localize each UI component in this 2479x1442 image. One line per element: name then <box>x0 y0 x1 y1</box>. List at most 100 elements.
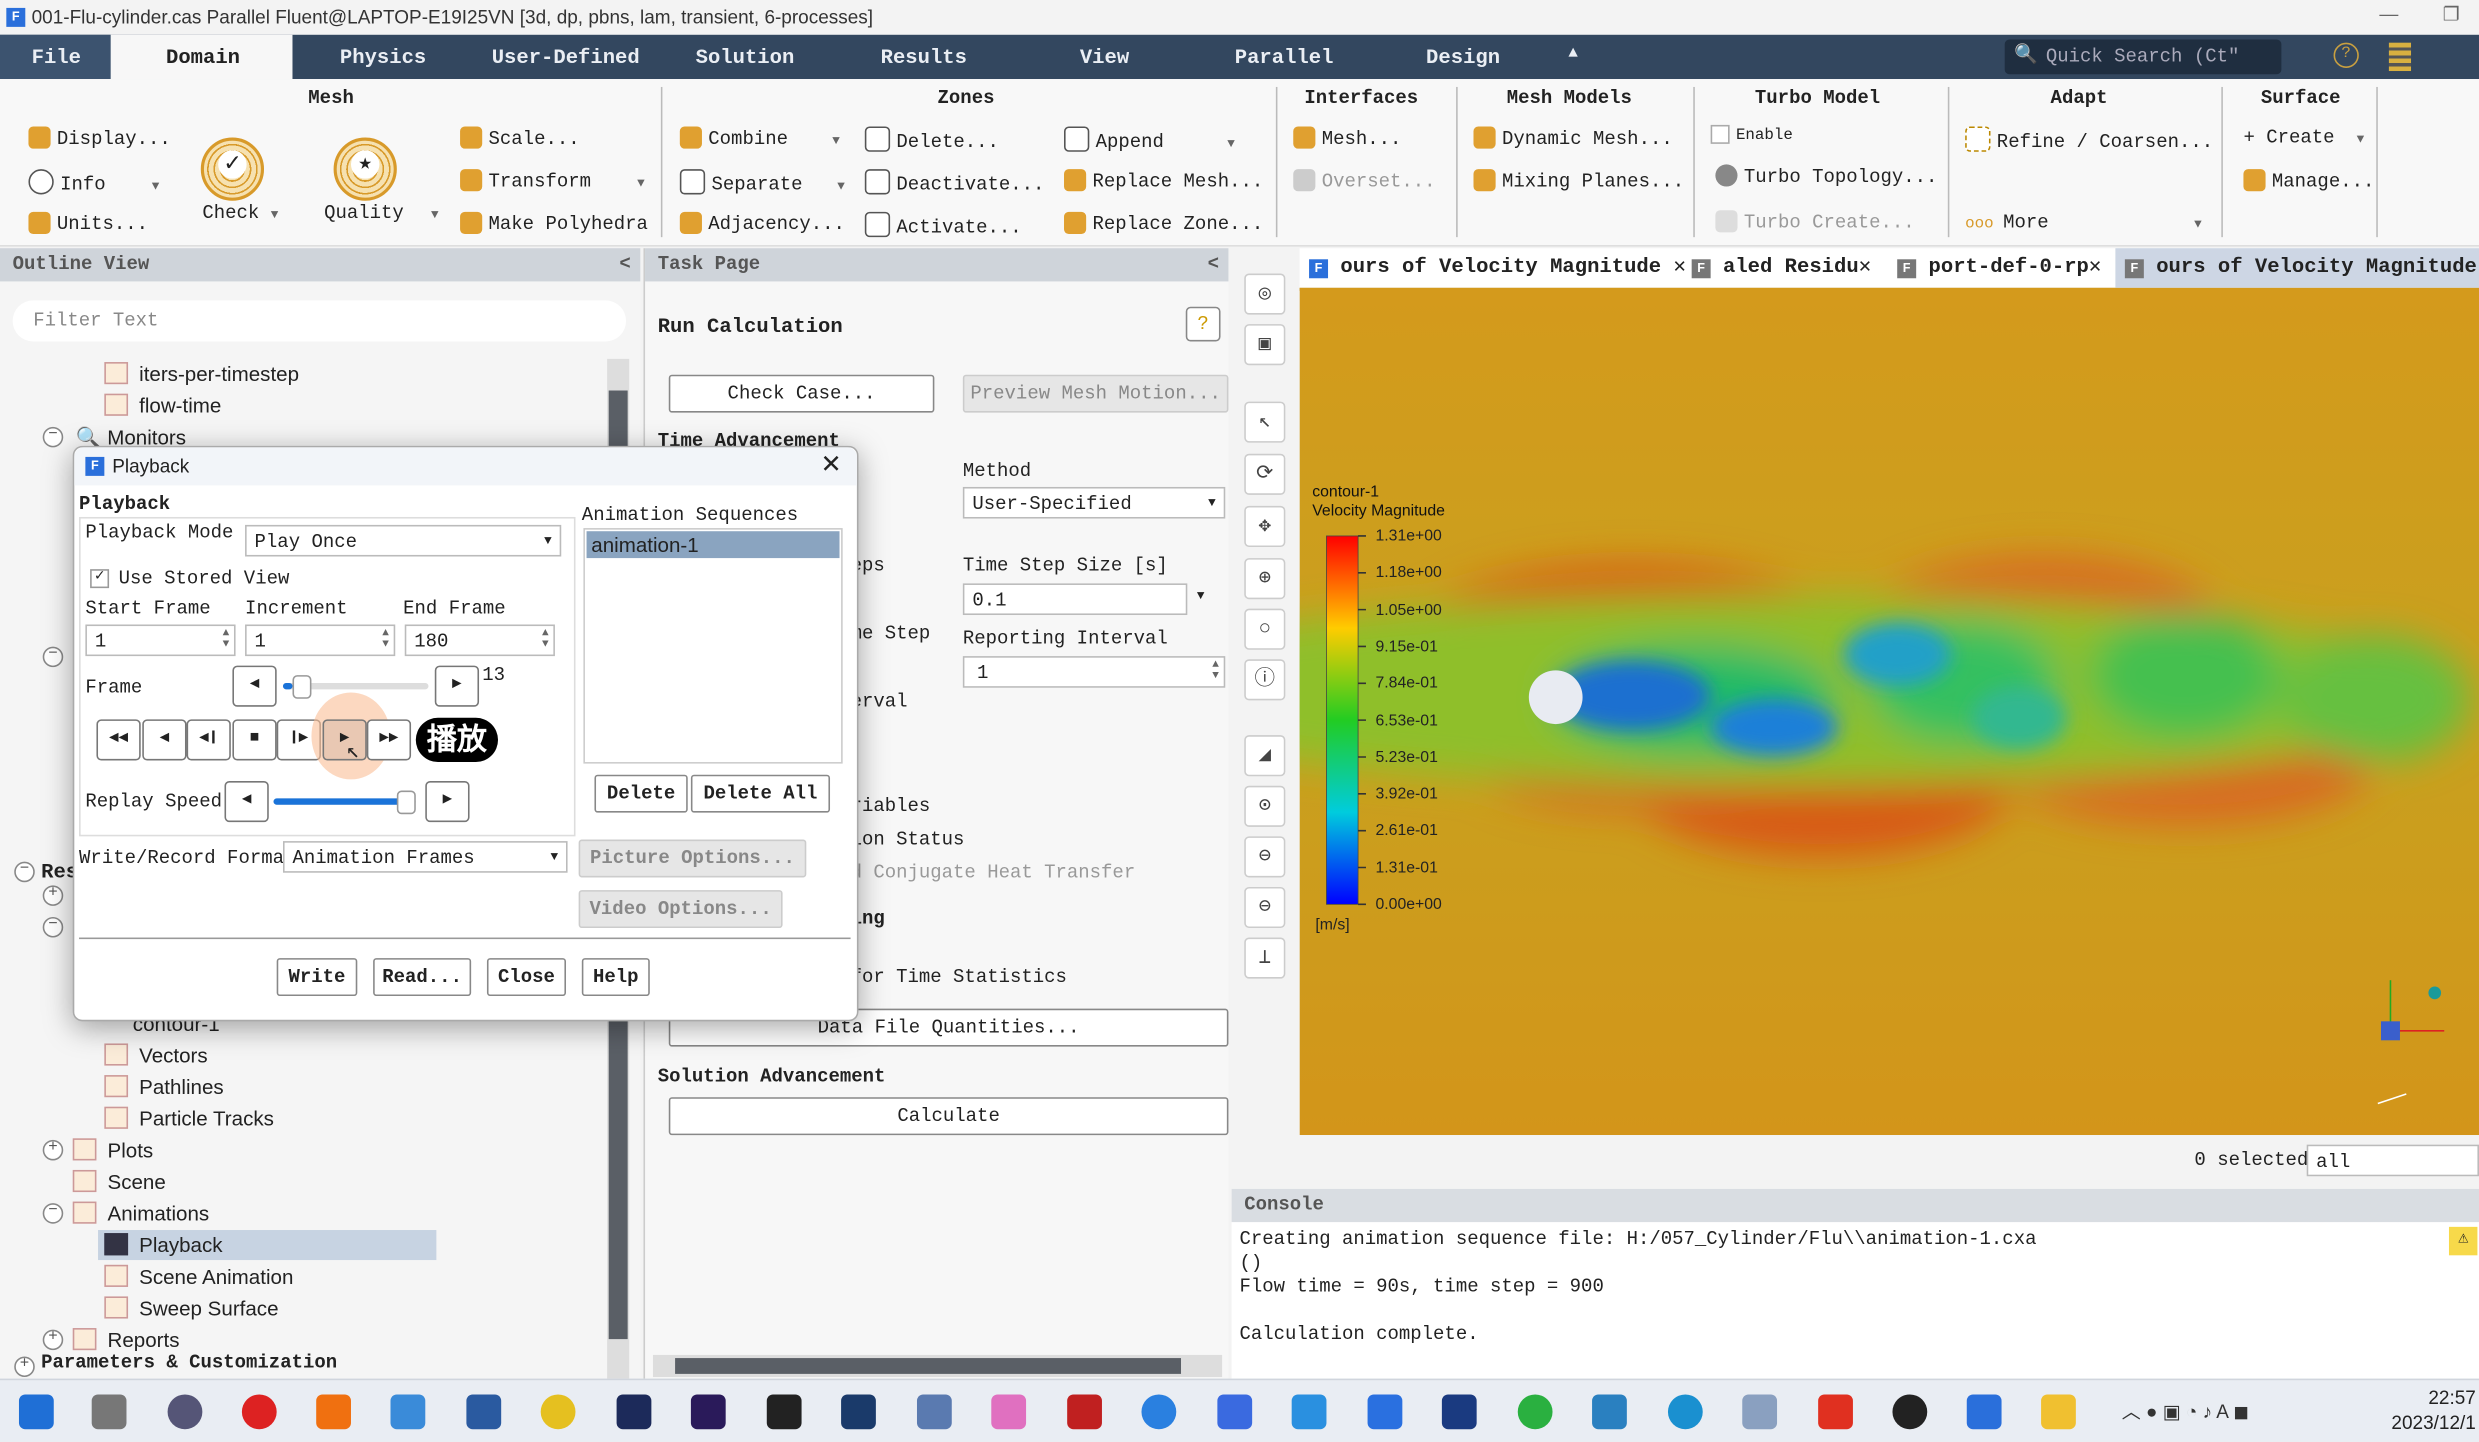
graphics-tab[interactable]: F port-def-0-rp✕ <box>1897 255 2101 279</box>
system-tray-icons[interactable]: ︿ ● ▣ ◔ ♪ A ◼ <box>2122 1398 2249 1425</box>
check-case-button[interactable]: Check Case... <box>668 374 935 413</box>
expand-toggle[interactable]: + <box>14 1356 35 1378</box>
skip-to-end-button[interactable]: ▶▶ <box>366 719 412 761</box>
step-back-button[interactable]: ◀❙ <box>186 719 231 761</box>
option-variables[interactable]: riables <box>851 795 931 817</box>
pan-icon[interactable]: ✥ <box>1244 505 1286 548</box>
wechat-icon[interactable] <box>1517 1394 1553 1430</box>
reporting-interval-input[interactable]: 1 ▲ ▼ <box>962 656 1226 688</box>
mesh-display-icon[interactable]: ◎ <box>1244 273 1286 315</box>
close-icon[interactable]: ✕ <box>1859 255 1871 279</box>
tab-solution[interactable]: Solution <box>696 46 795 70</box>
write-button[interactable]: Write <box>276 958 358 997</box>
collapse-toggle[interactable]: − <box>42 646 64 668</box>
end-frame-input[interactable]: 180 ▲ ▼ <box>404 624 555 657</box>
filter-input[interactable]: Filter Text <box>12 300 627 342</box>
play-button[interactable]: ▶ <box>322 719 367 761</box>
tree-item[interactable]: flow-time <box>104 393 221 417</box>
turbo-topology-button[interactable]: Turbo Topology... <box>1715 164 1937 188</box>
tab-parallel[interactable]: Parallel <box>1235 46 1334 70</box>
manage-surface-button[interactable]: Manage... <box>2243 169 2374 193</box>
display-button[interactable]: Display... <box>28 126 171 150</box>
frame-slider[interactable] <box>282 675 429 699</box>
pointer-icon[interactable]: ↖ <box>1244 401 1286 443</box>
close-icon[interactable]: ✕ <box>1673 255 1685 279</box>
tree-item[interactable]: iters-per-timestep <box>104 362 299 386</box>
collapse-toggle[interactable]: − <box>42 426 64 448</box>
option-conjugate-heat[interactable]: d Conjugate Heat Transfer <box>851 862 1136 884</box>
app-icon[interactable] <box>1367 1394 1403 1430</box>
app-icon[interactable] <box>991 1394 1027 1430</box>
read-button[interactable]: Read... <box>373 958 472 997</box>
zoom-icon[interactable]: ⊕ <box>1244 558 1286 600</box>
create-surface-button[interactable]: + Create ▼ <box>2243 126 2364 148</box>
app-icon[interactable] <box>540 1394 576 1430</box>
deactivate-button[interactable]: Deactivate... <box>864 169 1044 196</box>
tree-item[interactable]: Sweep Surface <box>104 1296 279 1320</box>
chevron-down-icon[interactable]: ▼ <box>1197 590 1205 604</box>
app-icon[interactable] <box>1141 1394 1177 1430</box>
app-icon[interactable] <box>766 1394 802 1430</box>
search-app-icon[interactable] <box>316 1394 351 1430</box>
delete-all-button[interactable]: Delete All <box>690 774 831 813</box>
scale-button[interactable]: Scale... <box>460 126 580 150</box>
interfaces-mesh-button[interactable]: Mesh... <box>1293 126 1401 150</box>
tree-item[interactable]: Scene Animation <box>104 1264 293 1289</box>
check-button[interactable]: Check ▼ <box>202 202 278 224</box>
zoom-box-icon[interactable]: ○ <box>1244 608 1286 650</box>
method-dropdown[interactable]: User-Specified ▼ <box>962 486 1226 519</box>
write-format-dropdown[interactable]: Animation Frames ▼ <box>282 841 568 873</box>
tab-design[interactable]: Design <box>1426 46 1500 70</box>
collapse-icon[interactable]: < <box>1208 248 1219 281</box>
warning-icon[interactable]: ⚠ <box>2448 1226 2478 1256</box>
tree-item[interactable]: Animations <box>72 1201 209 1225</box>
onedrive-icon[interactable] <box>1217 1394 1253 1430</box>
preview-mesh-motion-button[interactable]: Preview Mesh Motion... <box>962 374 1229 413</box>
dynamic-mesh-button[interactable]: Dynamic Mesh... <box>1473 126 1673 150</box>
graphics-window[interactable]: contour-1 Velocity Magnitude 1.31e+00 1.18… <box>1299 287 2479 1136</box>
record-icon[interactable] <box>241 1394 277 1430</box>
skip-to-start-button[interactable]: ◀◀ <box>96 719 141 761</box>
axes-icon[interactable]: ⊥ <box>1244 937 1286 979</box>
option-status[interactable]: ion Status <box>851 828 965 850</box>
append-button[interactable]: Append ▼ <box>1064 126 1235 153</box>
app-icon[interactable] <box>916 1394 952 1430</box>
graphics-tab[interactable]: F aled Residu✕ <box>1691 255 1871 279</box>
more-button[interactable]: ooo More ▼ <box>1965 212 2202 234</box>
tree-item[interactable]: Scene <box>72 1169 166 1194</box>
graphics-tab-active[interactable]: F ours of Velocity Magnitude ✕ <box>2115 248 2479 288</box>
solidworks-icon[interactable] <box>1067 1394 1102 1430</box>
frame-prev-button[interactable]: ◀ <box>232 665 277 707</box>
time-step-size-input[interactable]: 0.1 <box>962 583 1188 616</box>
collapse-toggle[interactable]: − <box>14 861 35 883</box>
use-stored-view-checkbox[interactable]: ✓ <box>90 569 110 589</box>
tree-item[interactable]: Vectors <box>104 1043 208 1067</box>
stop-button[interactable]: ■ <box>232 719 277 761</box>
overset-button[interactable]: Overset... <box>1293 169 1436 193</box>
quick-search-input[interactable]: 🔍 Quick Search (Ct″ <box>2004 39 2282 75</box>
record-icon[interactable] <box>1892 1394 1928 1430</box>
quality-button[interactable]: Quality ▼ <box>324 202 439 224</box>
task-hscrollbar[interactable] <box>652 1354 1223 1378</box>
layout-icon[interactable] <box>2388 42 2412 72</box>
expand-toggle[interactable]: + <box>42 1139 64 1161</box>
steam-icon[interactable] <box>841 1394 876 1430</box>
separate-button[interactable]: Separate ▼ <box>679 169 845 196</box>
console[interactable]: Console Creating animation sequence file… <box>1231 1188 2479 1379</box>
delete-zone-button[interactable]: Delete... <box>864 126 999 153</box>
picture-options-button[interactable]: Picture Options... <box>578 839 807 878</box>
fluent-taskbar-icon[interactable] <box>1966 1394 2002 1430</box>
probe-icon[interactable]: ⓘ <box>1244 659 1286 701</box>
play-reverse-button[interactable]: ◀ <box>142 719 187 761</box>
close-icon[interactable]: ✕ <box>2089 255 2101 279</box>
sequence-item[interactable]: animation-1 <box>586 531 840 559</box>
tab-file[interactable]: File <box>0 34 111 80</box>
zoom-fit-icon[interactable]: ⊙ <box>1244 785 1286 827</box>
copy-view-icon[interactable]: ▣ <box>1244 324 1286 366</box>
speed-increase-button[interactable]: ▶ <box>425 781 470 823</box>
tab-results[interactable]: Results <box>881 46 967 70</box>
time-statistics-option[interactable]: for Time Statistics <box>851 966 1067 988</box>
spinner-icon[interactable]: ▲ ▼ <box>542 628 549 651</box>
settings-icon[interactable] <box>167 1394 203 1430</box>
close-icon[interactable]: ✕ <box>821 449 842 481</box>
